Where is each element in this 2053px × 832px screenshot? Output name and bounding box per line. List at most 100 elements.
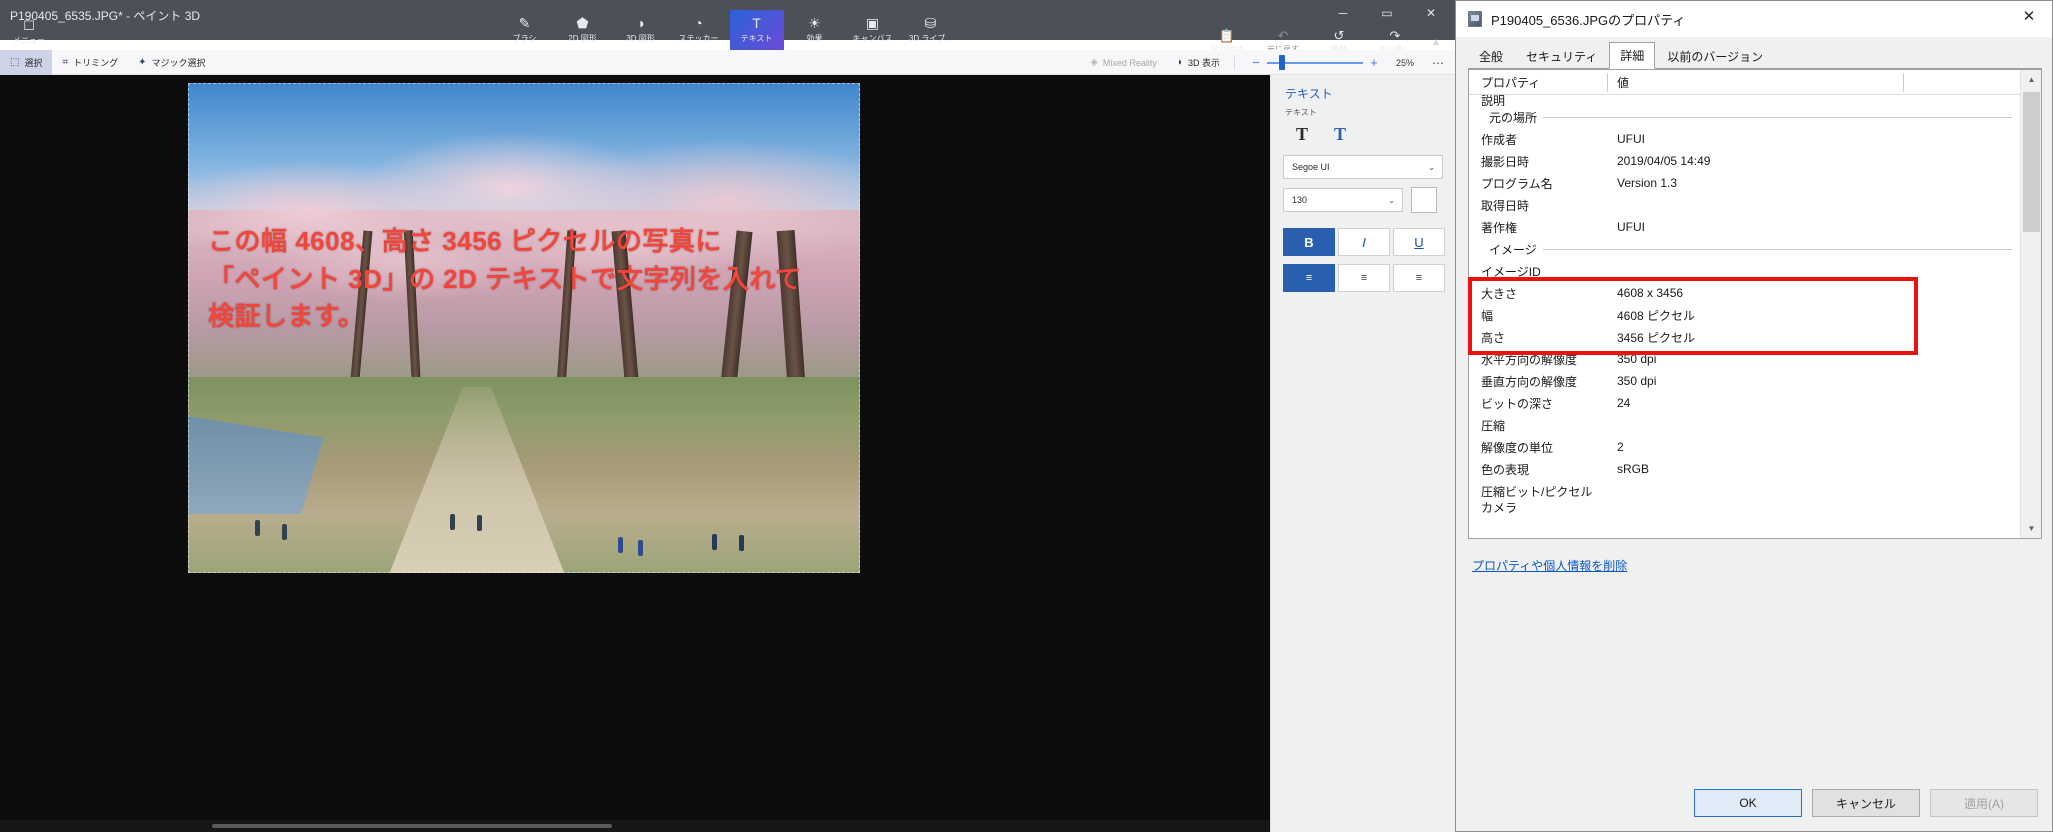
ribbon-tool-text[interactable]: T テキスト [729,10,784,50]
properties-row[interactable]: プログラム名 Version 1.3 [1469,172,2022,194]
view-3d-icon: ◗ [1176,57,1183,68]
property-key: 高さ [1481,330,1506,345]
property-value: 24 [1617,396,1631,410]
text-color-swatch[interactable] [1411,187,1437,213]
property-key: 垂直方向の解像度 [1481,374,1578,389]
properties-row[interactable]: 幅 4608 ピクセル [1469,304,2022,326]
tab-details[interactable]: 詳細 [1609,42,1656,69]
text-align-group: ≡ ≡ ≡ [1283,264,1445,292]
cancel-button[interactable]: キャンセル [1812,789,1920,817]
properties-list: プロパティ 値 説明 元の場所 作成者 UFUI 撮影日時 2019/04/05 14:4… [1468,69,2042,539]
ribbon-tool-canvas[interactable]: ▣ キャンバス [846,10,900,50]
ribbon-tool-shapes-3d[interactable]: ◑ 3D 図形 [614,10,668,50]
property-value: sRGB [1617,462,1650,476]
underline-icon[interactable]: U [1393,228,1445,256]
property-key: 幅 [1481,308,1494,323]
properties-row[interactable]: 著作権 UFUI [1469,216,2022,238]
properties-row[interactable]: 作成者 UFUI [1469,128,2022,150]
ribbon-tool-sticker[interactable]: ◔ ステッカー [672,10,726,50]
properties-row[interactable]: 撮影日時 2019/04/05 14:49 [1469,150,2022,172]
zoom-out-button[interactable]: − [1245,50,1267,75]
property-value: UFUI [1617,132,1645,146]
text-mode-group: T T [1283,119,1359,149]
subtoolbar-right: ◈ Mixed Reality ◗ 3D 表示 − + 25% ⋯ [1080,50,1451,75]
subtool-select[interactable]: ⬚ 選択 [0,50,53,75]
group-divider [1489,117,2012,118]
property-key: 圧縮ビット/ピクセル [1481,484,1593,499]
properties-scrollbar[interactable]: ▲ ▼ [2020,70,2041,538]
ribbon-tool-shapes-2d[interactable]: ⬟ 2D 図形 [556,10,610,50]
properties-row[interactable]: 解像度の単位 2 [1469,436,2022,458]
file-image-icon [1468,11,1482,27]
group-divider [1489,249,2012,250]
text-3d-icon[interactable]: T [1321,119,1359,149]
redo-icon: ↷ [1389,28,1401,43]
remove-properties-link[interactable]: プロパティや個人情報を削除 [1472,557,1627,574]
align-right-icon[interactable]: ≡ [1393,264,1445,292]
ribbon-tool-3d-library[interactable]: ⛁ 3D ライブ... [904,10,958,50]
close-icon[interactable]: ✕ [1409,0,1453,26]
properties-row[interactable]: 圧縮 [1469,414,2022,436]
selection-box[interactable] [188,83,860,573]
close-icon[interactable]: ✕ [2006,1,2052,31]
properties-row[interactable]: 高さ 3456 ピクセル [1469,326,2022,348]
ok-button[interactable]: OK [1694,789,1802,817]
menu-button[interactable]: ☐ メニュー [6,16,52,50]
text-properties-panel: テキスト テキスト T T Segoe UI ⌄ 130 ⌄ B I U ≡ ≡… [1270,75,1455,832]
property-value: 2019/04/05 14:49 [1617,154,1711,168]
zoom-slider[interactable] [1267,50,1363,75]
font-size-dropdown[interactable]: 130 ⌄ [1283,188,1403,212]
bold-icon[interactable]: B [1283,228,1335,256]
subtool-crop[interactable]: ⌗ トリミング [52,50,128,75]
minimize-icon[interactable]: ─ [1321,0,1365,26]
scrollbar-thumb[interactable] [2023,92,2040,232]
tab-general[interactable]: 全般 [1468,44,1515,68]
ribbon-tool-effects[interactable]: ☀ 効果 [788,10,842,50]
subtool-label: トリミング [73,58,119,68]
property-value: 2 [1617,440,1624,454]
zoom-in-button[interactable]: + [1363,50,1385,75]
properties-row[interactable]: ビットの深さ 24 [1469,392,2022,414]
subtool-view-3d[interactable]: ◗ 3D 表示 [1167,50,1230,75]
properties-row[interactable]: イメージID [1469,260,2022,282]
property-key: イメージ [1489,240,1543,258]
italic-icon[interactable]: I [1338,228,1390,256]
ribbon-tool-brush[interactable]: ✎ ブラシ [498,10,552,50]
ellipsis-icon[interactable]: ⋯ [1425,50,1451,75]
maximize-icon[interactable]: ▭ [1365,0,1409,26]
tab-security[interactable]: セキュリティ [1515,44,1609,68]
properties-row[interactable]: 色の表現 sRGB [1469,458,2022,480]
paint3d-window: P190405_6535.JPG* - ペイント 3D ─ ▭ ✕ ☐ メニュー… [0,0,1455,832]
column-header-value: 値 [1617,75,1630,90]
properties-row[interactable]: 水平方向の解像度 350 dpi [1469,348,2022,370]
scrollbar-thumb[interactable] [212,824,612,828]
subtool-magic-select[interactable]: ✦ マジック選択 [128,50,215,75]
canvas-horizontal-scrollbar[interactable] [0,820,1270,832]
property-key: 大きさ [1481,286,1518,301]
property-value: 350 dpi [1617,374,1657,388]
property-key: 説明 [1481,95,1506,106]
ribbon-tool-label: 3D ライブ... [908,34,953,43]
scroll-down-icon[interactable]: ▼ [2021,519,2042,538]
file-properties-dialog: P190405_6536.JPGのプロパティ ✕ 全般 セキュリティ 詳細 以前… [1455,0,2053,832]
properties-row[interactable]: 取得日時 [1469,194,2022,216]
properties-row[interactable]: 大きさ 4608 x 3456 [1469,282,2022,304]
properties-row: カメラ [1469,502,2022,513]
column-header-property: プロパティ [1481,75,1541,90]
property-value: UFUI [1617,220,1645,234]
properties-row[interactable]: 垂直方向の解像度 350 dpi [1469,370,2022,392]
align-left-icon[interactable]: ≡ [1283,264,1335,292]
properties-row[interactable]: 圧縮ビット/ピクセル [1469,480,2022,502]
tab-previous-versions[interactable]: 以前のバージョン [1656,44,1775,68]
chevron-down-icon: ⌄ [1428,162,1435,172]
3d-library-icon: ⛁ [924,15,937,31]
canvas-area[interactable]: この幅 4608、高さ 3456 ピクセルの写真に 「ペイント 3D」の 2D … [0,75,1270,832]
zoom-slider-thumb[interactable] [1279,55,1285,70]
chevron-down-icon: ⌄ [1388,195,1395,205]
align-center-icon[interactable]: ≡ [1338,264,1390,292]
subtool-label: 選択 [24,58,43,68]
text-2d-icon[interactable]: T [1283,119,1321,149]
font-family-dropdown[interactable]: Segoe UI ⌄ [1283,155,1443,179]
properties-group-row: イメージ [1469,238,2022,260]
scroll-up-icon[interactable]: ▲ [2021,70,2042,89]
